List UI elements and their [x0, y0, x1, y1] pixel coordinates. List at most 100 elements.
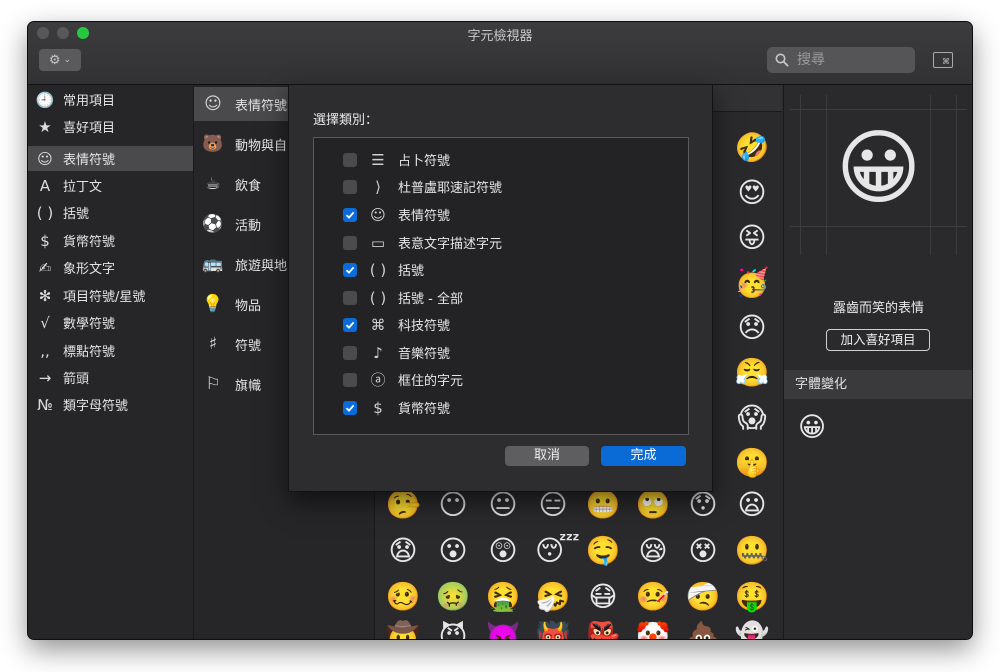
checkbox-checked[interactable] [343, 207, 357, 222]
keyboard-viewer-button[interactable]: ⌘ [933, 52, 953, 68]
category-label: 表情符號 [235, 98, 288, 114]
emoji-cell[interactable]: 🥳 [734, 265, 770, 301]
font-variation-item[interactable]: 😀 [798, 412, 826, 443]
emoji-cell[interactable]: 😲 [485, 533, 521, 569]
emoji-cell[interactable]: 🤧 [535, 579, 571, 615]
emoji-cell[interactable]: 😮 [435, 533, 471, 569]
emoji-cell[interactable]: 👹 [535, 619, 571, 639]
sidebar-item-brackets[interactable]: ( ) 括號 [28, 200, 193, 225]
sidebar-item-punctuation[interactable]: ,, 標點符號 [28, 338, 193, 363]
star-icon: ★ [38, 117, 52, 136]
category-label: 旅遊與地 [235, 258, 288, 274]
emoji-cell[interactable]: 🙄 [635, 487, 671, 523]
emoji-cell[interactable]: 😵 [685, 533, 721, 569]
lightbulb-icon: 💡 [202, 294, 224, 314]
emoji-cell[interactable]: 😱 [734, 400, 770, 436]
sidebar-item-arrows[interactable]: → 箭頭 [28, 365, 193, 390]
add-to-favorites-button[interactable]: 加入喜好項目 [826, 329, 930, 351]
emoji-cell[interactable]: 😐 [485, 487, 521, 523]
emoji-cell[interactable]: 🤮 [485, 579, 521, 615]
emoji-cell[interactable]: 🤡 [635, 619, 671, 639]
sidebar-item-bullets-stars[interactable]: ✻ 項目符號/星號 [28, 283, 193, 308]
emoji-cell[interactable]: 😑 [535, 487, 571, 523]
emoji-cell[interactable]: 😬 [585, 487, 621, 523]
sidebar-item-emoji[interactable]: ☺ 表情符號 [28, 146, 193, 171]
checklist-row[interactable]: ⌘ 科技符號 [314, 311, 688, 338]
letter-a-icon: A [39, 176, 51, 195]
checkbox[interactable] [343, 179, 357, 194]
checkmark-icon [345, 266, 355, 274]
checklist-row[interactable]: $ 貨幣符號 [314, 394, 688, 421]
emoji-cell[interactable]: 😍 [734, 175, 770, 211]
emoji-cell[interactable]: 🤒 [635, 579, 671, 615]
emoji-cell[interactable]: 🤐 [734, 533, 770, 569]
checkbox-checked[interactable] [343, 317, 357, 332]
parentheses-icon: ( ) [36, 203, 54, 222]
emoji-cell[interactable]: 😤 [734, 355, 770, 391]
done-button[interactable]: 完成 [601, 446, 686, 466]
sidebar-item-label: 喜好項目 [63, 121, 116, 136]
category-checklist[interactable]: ☰ 占卜符號 ⟩ 杜普盧耶速記符號 ☺ 表情符號 ▭ 表意文字描述字元 ( ) … [313, 137, 689, 435]
shorthand-icon: ⟩ [375, 177, 381, 196]
checkbox[interactable] [343, 152, 357, 167]
checkbox[interactable] [343, 345, 357, 360]
emoji-cell[interactable]: 😷 [585, 579, 621, 615]
emoji-cell[interactable]: 👻 [734, 619, 770, 639]
emoji-cell[interactable]: 🤕 [685, 579, 721, 615]
checkbox[interactable] [343, 235, 357, 250]
emoji-cell[interactable]: 🤠 [385, 619, 421, 639]
checklist-row[interactable]: ▭ 表意文字描述字元 [314, 229, 688, 256]
emoji-cell[interactable]: 🤤 [585, 533, 621, 569]
clock-icon: 🕘 [35, 90, 55, 109]
emoji-cell[interactable]: 😪 [635, 533, 671, 569]
smiley-icon: ☺ [37, 149, 53, 168]
emoji-cell[interactable]: 👿 [485, 619, 521, 639]
emoji-cell[interactable]: 😧 [385, 533, 421, 569]
action-menu-button[interactable]: ⚙ ⌄ [39, 49, 81, 71]
emoji-cell[interactable]: 😴 [535, 533, 580, 569]
checkbox-checked[interactable] [343, 262, 357, 277]
sidebar-item-letterlike[interactable]: № 類字母符號 [28, 392, 193, 417]
checklist-row[interactable]: ⟩ 杜普盧耶速記符號 [314, 173, 688, 200]
coffee-icon: ☕ [205, 174, 221, 194]
search-input[interactable] [795, 51, 909, 69]
emoji-cell[interactable]: 😶 [435, 487, 471, 523]
sidebar-item-frequently-used[interactable]: 🕘 常用項目 [28, 87, 193, 112]
emoji-cell[interactable]: 😈 [435, 619, 471, 639]
emoji-cell[interactable]: 🥴 [385, 579, 421, 615]
checklist-row[interactable]: ☰ 占卜符號 [314, 146, 688, 173]
checkbox-checked[interactable] [343, 400, 357, 415]
checklist-row[interactable]: ( ) 括號 - 全部 [314, 284, 688, 311]
emoji-cell[interactable]: 🤣 [734, 130, 770, 166]
emoji-cell[interactable]: 👺 [585, 619, 621, 639]
sidebar-item-label: 象形文字 [63, 262, 116, 277]
search-field[interactable] [767, 47, 915, 73]
emoji-cell[interactable]: 😝 [734, 220, 770, 256]
circled-letter-icon: ⓐ [370, 371, 386, 389]
emoji-cell[interactable]: 😦 [734, 487, 770, 523]
checklist-label: 框住的字元 [398, 374, 464, 389]
sidebar-item-label: 拉丁文 [63, 180, 103, 195]
sidebar-item-currency[interactable]: $ 貨幣符號 [28, 228, 193, 253]
sidebar-item-label: 項目符號/星號 [63, 290, 146, 305]
checklist-row[interactable]: ⓐ 框住的字元 [314, 366, 688, 393]
sidebar-item-label: 貨幣符號 [63, 235, 116, 250]
sidebar-item-latin[interactable]: A 拉丁文 [28, 173, 193, 198]
emoji-cell[interactable]: 😯 [685, 487, 721, 523]
checklist-row[interactable]: ☺ 表情符號 [314, 201, 688, 228]
checkbox[interactable] [343, 372, 357, 387]
checklist-row[interactable]: ( ) 括號 [314, 256, 688, 283]
emoji-cell[interactable]: 😞 [734, 310, 770, 346]
checklist-row[interactable]: ♪ 音樂符號 [314, 339, 688, 366]
cancel-button[interactable]: 取消 [505, 446, 589, 466]
sidebar-item-math[interactable]: √ 數學符號 [28, 310, 193, 335]
search-icon [775, 53, 789, 67]
emoji-cell[interactable]: 🤑 [734, 579, 770, 615]
emoji-cell[interactable]: 💩 [685, 619, 721, 639]
emoji-cell[interactable]: 🤫 [734, 445, 770, 481]
emoji-cell[interactable]: 🤥 [385, 487, 421, 523]
checkbox[interactable] [343, 290, 357, 305]
sidebar-item-pictographs[interactable]: ✍ 象形文字 [28, 255, 193, 280]
emoji-cell[interactable]: 🤢 [435, 579, 471, 615]
sidebar-item-favorites[interactable]: ★ 喜好項目 [28, 114, 193, 139]
